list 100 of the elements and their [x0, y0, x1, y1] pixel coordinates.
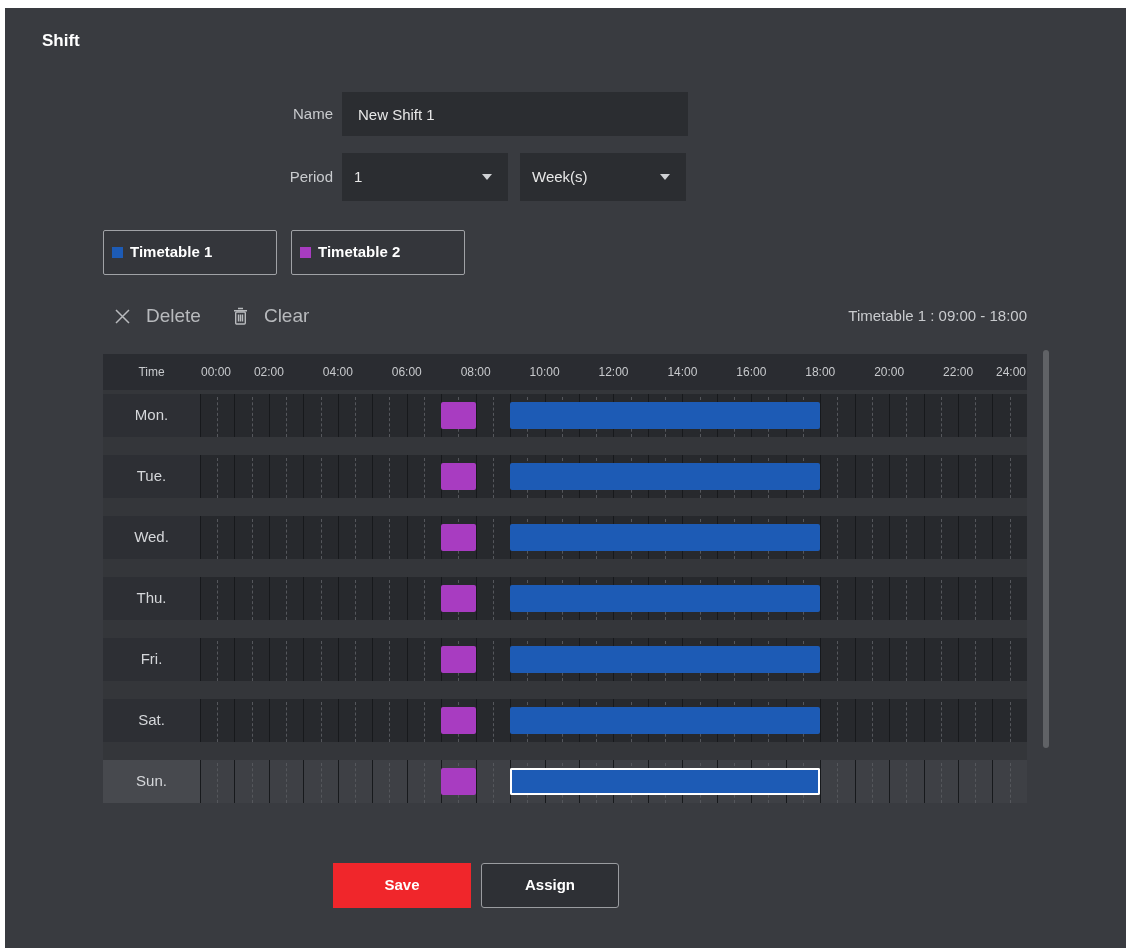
hour-cell[interactable] — [200, 516, 235, 559]
hour-cell[interactable] — [372, 455, 407, 498]
hour-cell[interactable] — [889, 577, 924, 620]
hour-cell[interactable] — [337, 699, 373, 742]
hour-cell[interactable] — [475, 699, 511, 742]
hour-cell[interactable] — [923, 699, 958, 742]
hour-cell[interactable] — [337, 394, 373, 437]
timetable-button[interactable]: Timetable 1 — [103, 230, 277, 275]
hour-cell[interactable] — [957, 638, 993, 681]
hour-cell[interactable] — [406, 699, 442, 742]
hour-cell[interactable] — [854, 699, 890, 742]
hour-cell[interactable] — [475, 638, 511, 681]
hour-cell[interactable] — [406, 394, 442, 437]
hour-cell[interactable] — [957, 394, 993, 437]
hour-cell[interactable] — [854, 638, 890, 681]
hour-cell[interactable] — [854, 760, 890, 803]
scrollbar-thumb[interactable] — [1043, 350, 1049, 748]
hour-cell[interactable] — [406, 760, 442, 803]
hour-cell[interactable] — [889, 394, 924, 437]
hour-cell[interactable] — [441, 516, 476, 559]
hour-cell[interactable] — [820, 394, 855, 437]
hour-cell[interactable] — [406, 577, 442, 620]
hour-cell[interactable] — [234, 699, 269, 742]
hour-cell[interactable] — [303, 455, 338, 498]
hour-cell[interactable] — [510, 699, 545, 742]
dropdown-select[interactable]: 1 — [342, 153, 508, 201]
hour-cell[interactable] — [854, 455, 890, 498]
hour-cell[interactable] — [820, 699, 855, 742]
hour-cell[interactable] — [889, 455, 924, 498]
hour-cell[interactable] — [372, 577, 407, 620]
hour-cell[interactable] — [234, 516, 269, 559]
hour-cell[interactable] — [303, 760, 338, 803]
hour-cell[interactable] — [820, 455, 855, 498]
hour-cell[interactable] — [992, 516, 1027, 559]
hour-cell[interactable] — [303, 516, 338, 559]
hour-cell[interactable] — [923, 455, 958, 498]
hour-cell[interactable] — [406, 516, 442, 559]
hour-cell[interactable] — [923, 638, 958, 681]
hour-cell[interactable] — [854, 394, 890, 437]
hour-cell[interactable] — [337, 516, 373, 559]
hour-cell[interactable] — [475, 760, 511, 803]
hour-cell[interactable] — [303, 699, 338, 742]
hour-cell[interactable] — [234, 455, 269, 498]
time-slot-fill[interactable] — [785, 768, 821, 795]
hour-cell[interactable] — [992, 760, 1027, 803]
hour-cell[interactable] — [337, 577, 373, 620]
hour-cell[interactable] — [406, 455, 442, 498]
hour-cell[interactable] — [268, 455, 304, 498]
hour-cell[interactable] — [510, 394, 545, 437]
hour-cell[interactable] — [889, 699, 924, 742]
hour-cell[interactable] — [957, 577, 993, 620]
hour-cell[interactable] — [510, 516, 545, 559]
hour-cell[interactable] — [785, 455, 821, 498]
hour-cell[interactable] — [234, 577, 269, 620]
hour-cell[interactable] — [923, 516, 958, 559]
hour-cell[interactable] — [200, 394, 235, 437]
hour-cell[interactable] — [200, 638, 235, 681]
hour-cell[interactable] — [441, 638, 476, 681]
hour-cell[interactable] — [785, 394, 821, 437]
hour-cell[interactable] — [200, 577, 235, 620]
hour-cell[interactable] — [785, 577, 821, 620]
hour-cell[interactable] — [820, 577, 855, 620]
hour-cell[interactable] — [268, 638, 304, 681]
hour-cell[interactable] — [923, 577, 958, 620]
hour-cell[interactable] — [372, 394, 407, 437]
hour-cell[interactable] — [337, 638, 373, 681]
hour-cell[interactable] — [337, 455, 373, 498]
hour-cell[interactable] — [372, 699, 407, 742]
hour-cell[interactable] — [889, 760, 924, 803]
hour-cell[interactable] — [820, 760, 855, 803]
time-slot-fill[interactable] — [510, 768, 545, 795]
name-input[interactable]: New Shift 1 — [342, 92, 688, 136]
hour-cell[interactable] — [785, 760, 821, 803]
hour-cell[interactable] — [441, 455, 476, 498]
hour-cell[interactable] — [200, 699, 235, 742]
hour-cell[interactable] — [372, 760, 407, 803]
hour-cell[interactable] — [820, 638, 855, 681]
hour-cell[interactable] — [889, 638, 924, 681]
hour-cell[interactable] — [372, 638, 407, 681]
timetable-button[interactable]: Timetable 2 — [291, 230, 465, 275]
hour-cell[interactable] — [441, 394, 476, 437]
hour-cell[interactable] — [475, 516, 511, 559]
hour-cell[interactable] — [234, 638, 269, 681]
hour-cell[interactable] — [268, 394, 304, 437]
clear-button[interactable]: Clear — [232, 301, 310, 331]
hour-cell[interactable] — [923, 760, 958, 803]
hour-cell[interactable] — [200, 455, 235, 498]
hour-cell[interactable] — [234, 394, 269, 437]
hour-cell[interactable] — [200, 760, 235, 803]
hour-cell[interactable] — [510, 577, 545, 620]
hour-cell[interactable] — [957, 760, 993, 803]
hour-cell[interactable] — [441, 577, 476, 620]
hour-cell[interactable] — [475, 577, 511, 620]
hour-cell[interactable] — [268, 577, 304, 620]
hour-cell[interactable] — [992, 394, 1027, 437]
hour-cell[interactable] — [303, 577, 338, 620]
hour-cell[interactable] — [785, 638, 821, 681]
hour-cell[interactable] — [854, 577, 890, 620]
hour-cell[interactable] — [406, 638, 442, 681]
hour-cell[interactable] — [510, 638, 545, 681]
